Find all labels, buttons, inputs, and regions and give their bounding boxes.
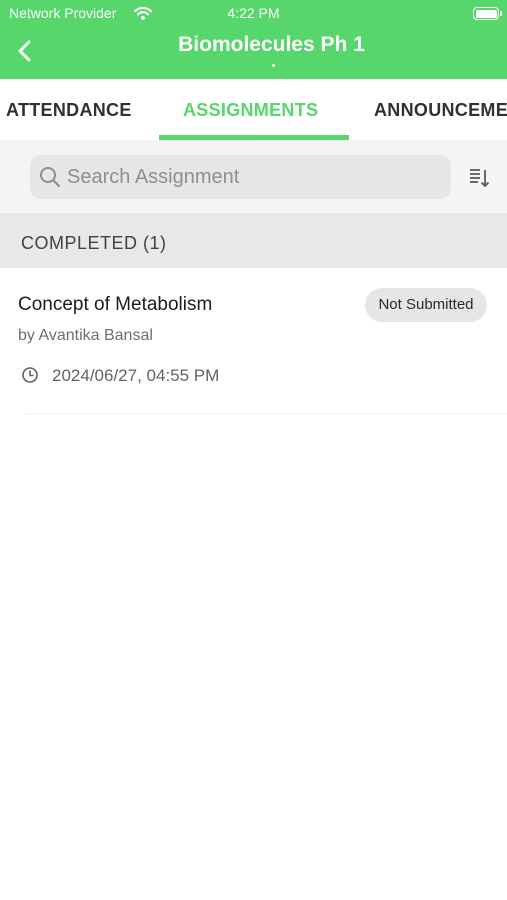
section-title: COMPLETED (1)	[21, 233, 167, 253]
clock-icon	[21, 366, 39, 389]
sort-icon	[470, 169, 490, 187]
section-header-completed: COMPLETED (1)	[0, 213, 507, 268]
sort-button[interactable]	[467, 166, 491, 190]
battery-cap	[500, 11, 502, 16]
app-header: Network Provider 4:22 PM Biomolecules Ph…	[0, 0, 507, 79]
tab-assignments[interactable]: ASSIGNMENTS	[183, 100, 318, 121]
tab-announcements[interactable]: ANNOUNCEMENTS	[374, 100, 507, 121]
due-date: 2024/06/27, 04:55 PM	[52, 366, 220, 385]
tab-bar: ATTENDANCE ASSIGNMENTS ANNOUNCEMENTS	[0, 79, 507, 140]
assignment-author: by Avantika Bansal	[18, 327, 153, 344]
search-box[interactable]	[30, 155, 451, 199]
status-badge: Not Submitted	[365, 288, 487, 322]
page-title: Biomolecules Ph 1	[178, 33, 365, 56]
title-indicator-dot	[272, 64, 275, 67]
tab-attendance[interactable]: ATTENDANCE	[6, 100, 132, 121]
assignment-title: Concept of Metabolism	[18, 294, 213, 315]
search-icon	[39, 166, 61, 193]
search-bar-container	[0, 140, 507, 213]
status-bar: Network Provider 4:22 PM	[0, 0, 507, 28]
battery-icon	[473, 7, 499, 20]
list-divider	[26, 413, 507, 414]
status-time: 4:22 PM	[227, 5, 280, 21]
assignment-list-item[interactable]: Concept of Metabolism Not Submitted by A…	[0, 268, 507, 415]
search-input[interactable]	[67, 155, 437, 199]
